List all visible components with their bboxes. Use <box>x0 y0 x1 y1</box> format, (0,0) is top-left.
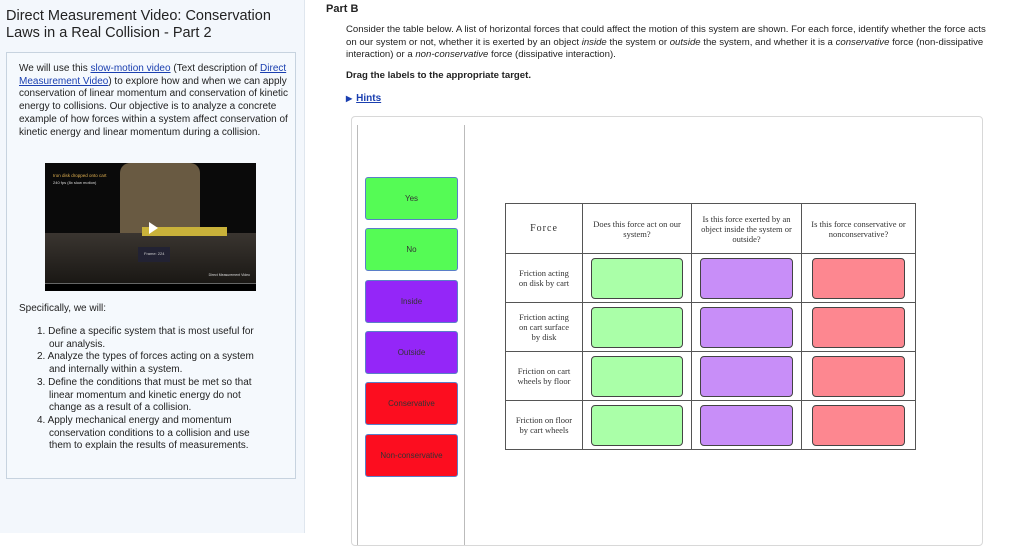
sidebar: Direct Measurement Video: Conservation L… <box>0 0 305 533</box>
objective-item: 4. Apply mechanical energy and momentum … <box>37 414 250 452</box>
drop-cell <box>691 302 802 352</box>
drop-target[interactable] <box>591 404 683 446</box>
video-player[interactable]: Iron disk dropped onto cart 240 fps (8x … <box>45 163 256 291</box>
header-conservative: Is this force conservative or nonconserv… <box>801 203 916 254</box>
instruction: Drag the labels to the appropriate targe… <box>346 70 531 81</box>
drop-target[interactable] <box>700 404 793 446</box>
draggable-label-no[interactable]: No <box>365 228 458 271</box>
caret-right-icon: ▶ <box>346 94 353 103</box>
video-controls-bar[interactable] <box>45 283 256 291</box>
intro-panel: We will use this slow-motion video (Text… <box>6 52 296 479</box>
slow-motion-video-link[interactable]: slow-motion video <box>91 63 171 74</box>
table-row: Friction on floor by cart wheels <box>505 400 916 450</box>
desc-noncons: non-conservative <box>415 49 489 61</box>
header-force: Force <box>505 203 583 254</box>
objectives-list: 1. Define a specific system that is most… <box>37 326 267 453</box>
drop-cell <box>582 351 692 401</box>
drop-target[interactable] <box>591 257 683 299</box>
drop-target[interactable] <box>812 257 905 299</box>
video-credit: Direct Measurement Video <box>208 273 250 277</box>
drop-cell <box>801 400 916 450</box>
drop-target[interactable] <box>812 404 905 446</box>
desc-2: the system or <box>606 36 670 48</box>
drop-target[interactable] <box>591 306 683 348</box>
intro-text-1: We will use this <box>19 63 91 74</box>
drop-cell <box>691 400 802 450</box>
drop-cell <box>801 302 916 352</box>
drop-target[interactable] <box>700 257 793 299</box>
drop-cell <box>582 253 692 303</box>
drop-target[interactable] <box>700 355 793 397</box>
video-caption-sub: 240 fps (8x slow motion) <box>53 180 97 185</box>
desc-3: the system, and whether it is a <box>700 36 836 48</box>
drop-cell <box>691 351 802 401</box>
force-name: Friction acting on cart surface by disk <box>505 302 583 352</box>
hints-link[interactable]: Hints <box>356 93 381 104</box>
classification-table: Force Does this force act on our system?… <box>505 203 916 450</box>
drop-target[interactable] <box>591 355 683 397</box>
header-acts: Does this force act on our system? <box>582 203 692 254</box>
desc-inside: inside <box>581 36 607 48</box>
desc-cons: conservative <box>835 36 890 48</box>
desc-5: force (dissipative interaction). <box>488 49 616 61</box>
header-inside-outside: Is this force exerted by an object insid… <box>691 203 802 254</box>
question-text: Consider the table below. A list of hori… <box>346 24 996 62</box>
drop-cell <box>801 253 916 303</box>
draggable-label-inside[interactable]: Inside <box>365 280 458 323</box>
force-name: Friction on cart wheels by floor <box>505 351 583 401</box>
force-name: Friction on floor by cart wheels <box>505 400 583 450</box>
person-figure <box>120 163 200 233</box>
draggable-label-outside[interactable]: Outside <box>365 331 458 374</box>
table-row: Friction on cart wheels by floor <box>505 351 916 401</box>
sidebar-title: Direct Measurement Video: Conservation L… <box>6 8 271 41</box>
frame-label: Frame: 224 <box>138 247 171 262</box>
play-icon[interactable] <box>149 222 158 234</box>
specifically-label: Specifically, we will: <box>19 303 107 314</box>
drop-cell <box>582 302 692 352</box>
objective-item: 3. Define the conditions that must be me… <box>37 376 252 414</box>
draggable-label-non-conservative[interactable]: Non-conservative <box>365 434 458 477</box>
table-header-row: Force Does this force act on our system?… <box>505 203 916 254</box>
part-title: Part B <box>326 3 359 15</box>
drop-cell <box>691 253 802 303</box>
table-row: Friction acting on cart surface by disk <box>505 302 916 352</box>
intro-text: We will use this slow-motion video (Text… <box>19 63 289 139</box>
drop-cell <box>582 400 692 450</box>
label-bank: Yes No Inside Outside Conservative Non-conser… <box>357 125 465 545</box>
draggable-label-yes[interactable]: Yes <box>365 177 458 220</box>
drop-target[interactable] <box>812 306 905 348</box>
objective-item: 1. Define a specific system that is most… <box>37 326 254 350</box>
desc-outside: outside <box>669 36 701 48</box>
drop-target[interactable] <box>812 355 905 397</box>
draggable-label-conservative[interactable]: Conservative <box>365 382 458 425</box>
table-row: Friction acting on disk by cart <box>505 253 916 303</box>
objective-item: 2. Analyze the types of forces acting on… <box>37 351 254 376</box>
drop-cell <box>801 351 916 401</box>
intro-text-2: (Text description of <box>170 63 261 74</box>
hints-toggle[interactable]: ▶ Hints <box>346 93 381 104</box>
force-name: Friction acting on disk by cart <box>505 253 583 303</box>
drop-target[interactable] <box>700 306 793 348</box>
